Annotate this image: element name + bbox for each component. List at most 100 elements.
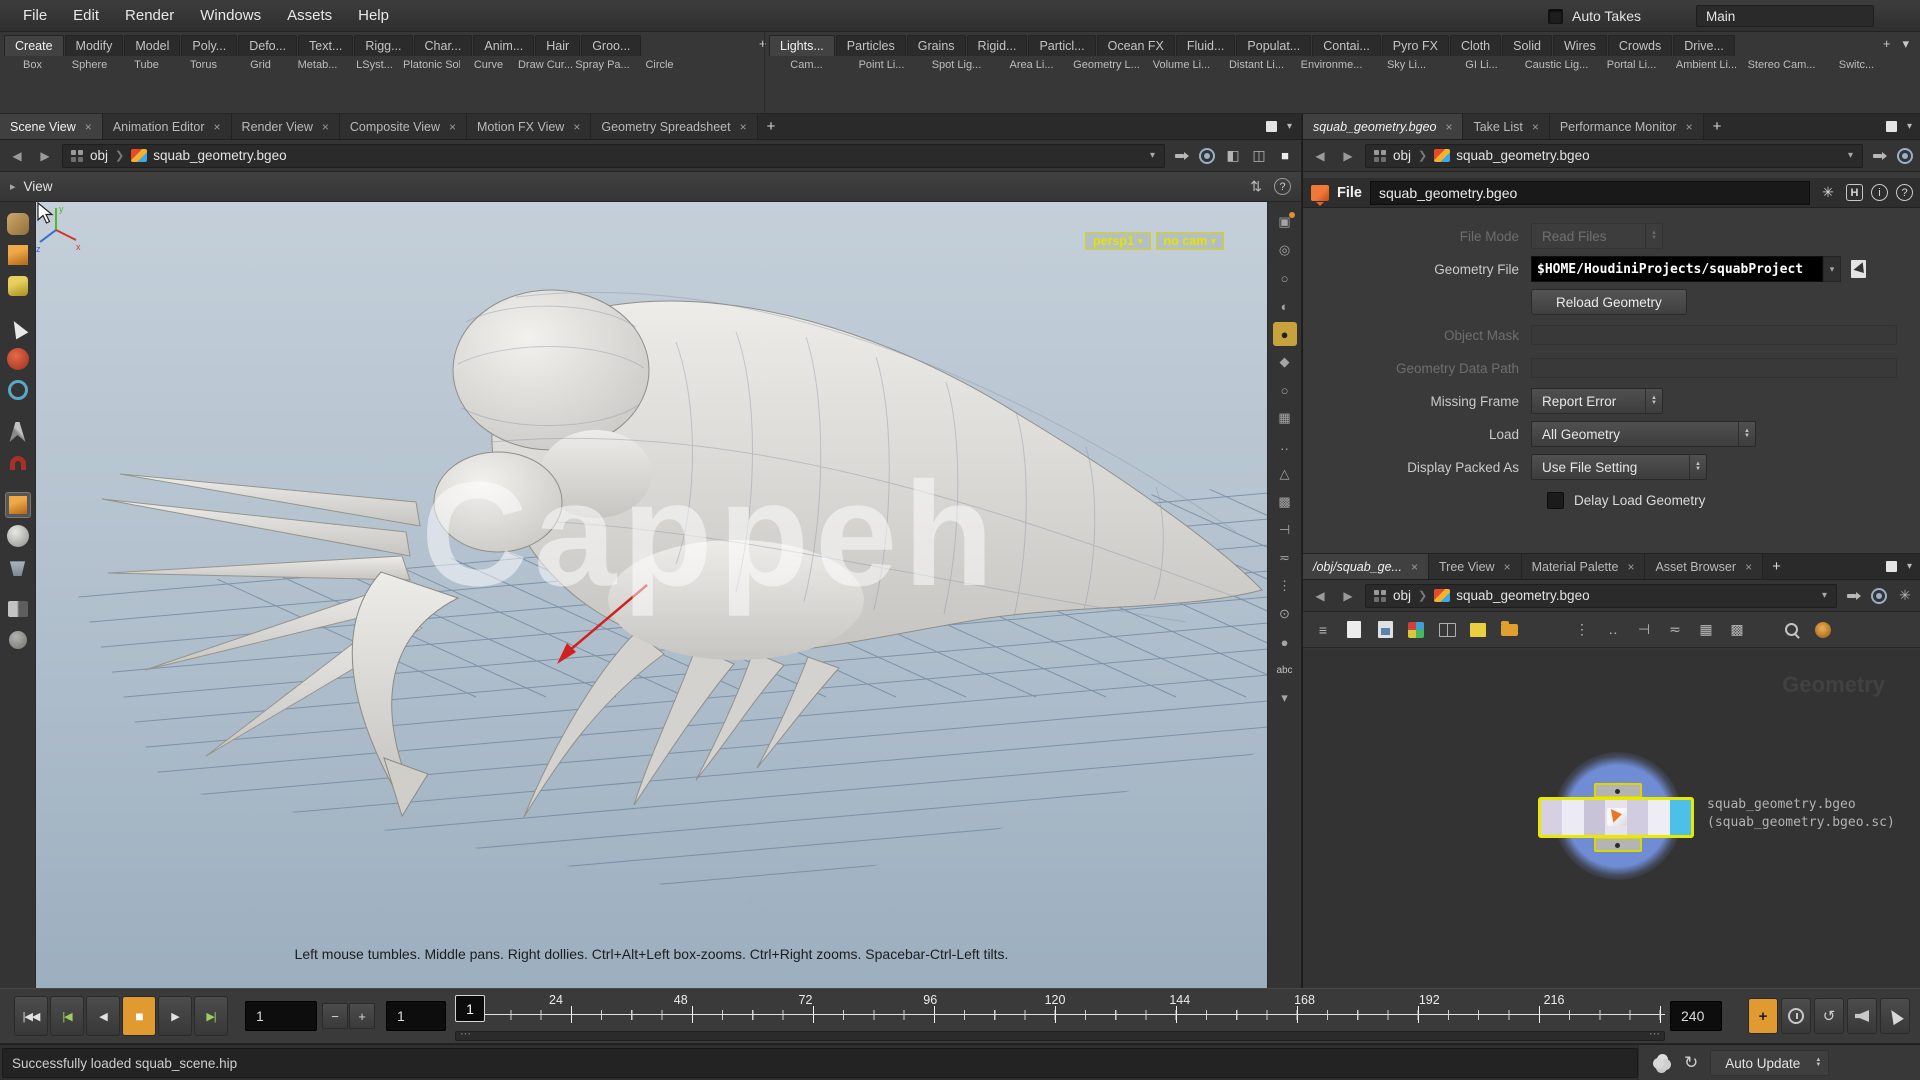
view-node-icon[interactable] [1815,622,1831,638]
grid-display-icon[interactable]: ▩ [1727,620,1747,640]
missing-frame-dropdown[interactable]: Report Error [1531,388,1663,414]
active-box-tool-icon[interactable] [5,492,31,518]
node-name-field[interactable]: squab_geometry.bgeo [1370,181,1810,205]
increment-button[interactable]: + [349,1003,375,1029]
shelf-tool[interactable]: Point Li... [844,59,919,112]
shelf-tab[interactable]: Fluid... [1176,35,1236,56]
transport-button[interactable]: ■ [122,996,156,1036]
pin-icon[interactable] [1846,589,1860,603]
file-history-dropdown-icon[interactable]: ▾ [1823,256,1841,282]
take-selector[interactable]: Main [1696,5,1874,27]
shelf-tab[interactable]: Crowds [1608,35,1672,56]
transport-button[interactable]: ▶| [194,996,228,1036]
auto-takes-checkbox[interactable] [1548,9,1563,24]
close-icon[interactable]: × [1745,561,1752,573]
shelf-tab[interactable]: Anim... [473,35,534,56]
pin-icon[interactable] [1174,149,1188,163]
pane-tab[interactable]: Render View × [232,114,340,139]
new-tab-icon[interactable]: + [758,114,785,139]
lock-camera-icon[interactable]: ◎ [1273,238,1297,262]
shelf-tab[interactable]: Poly... [181,35,237,56]
shelf-tool[interactable]: Curve [460,59,517,112]
menu-item[interactable]: Assets [274,7,345,24]
close-icon[interactable]: × [449,121,456,133]
gear-icon[interactable]: ✳ [1818,183,1838,203]
connection-dots-icon[interactable]: ‥ [1603,620,1623,640]
network-list-icon[interactable]: ≡ [1313,620,1333,640]
pane-tab[interactable]: Tree View × [1429,554,1522,579]
import-tool-icon[interactable] [5,211,31,237]
shelf-tool[interactable]: Sphere [61,59,118,112]
camera-view-icon[interactable]: ◐ [1273,294,1297,318]
pane-tab[interactable]: Asset Browser × [1645,554,1763,579]
shelf-tool[interactable]: Draw Cur... [517,59,574,112]
close-icon[interactable]: × [214,121,221,133]
distribute-nodes-icon[interactable]: ≂ [1665,620,1685,640]
shelf-tab[interactable]: Rigid... [967,35,1028,56]
back-icon[interactable]: ◀ [6,146,28,166]
shelf-tab[interactable]: Particl... [1028,35,1095,56]
back-icon[interactable]: ◀ [1309,586,1331,606]
lighting-mode-icon[interactable]: ● [1273,322,1297,346]
transport-button[interactable]: ◀ [86,996,120,1036]
normals-display-icon[interactable]: △ [1273,462,1297,486]
shelf-tool[interactable]: Spot Lig... [919,59,994,112]
shelf-tool[interactable]: LSyst... [346,59,403,112]
viewport[interactable]: persp1 ▾ no cam ▾ Cappeh Left mouse tumb… [36,202,1267,988]
follow-selection-icon[interactable] [1871,588,1887,604]
forward-icon[interactable]: ▶ [1337,146,1359,166]
viewport-camera-selector[interactable]: persp1 ▾ [1085,232,1151,250]
shelf-tool[interactable]: Torus [175,59,232,112]
snap-grid-icon[interactable]: ▦ [1696,620,1716,640]
shelf-tab[interactable]: Grains [907,35,966,56]
shelf-tool[interactable]: Box [4,59,61,112]
pane-tab[interactable]: /obj/squab_ge... × [1303,554,1429,579]
shelf-tab[interactable]: Cloth [1450,35,1501,56]
find-node-icon[interactable] [1783,621,1801,639]
set-keyframe-button[interactable]: + [1748,998,1778,1034]
hscript-icon[interactable]: H [1846,184,1863,201]
timeline-scrollbar[interactable] [455,1031,1665,1041]
path-field[interactable]: obj ❯ squab_geometry.bgeo ▾ [1365,144,1863,168]
shelf-tab[interactable]: Modify [65,35,124,56]
sphere-tool-icon[interactable] [5,523,31,549]
geometry-tool-icon[interactable] [5,242,31,268]
geometry-file-input[interactable]: $HOME/HoudiniProjects/squabProject [1531,256,1823,282]
path-dropdown-icon[interactable]: ▾ [1147,150,1158,161]
shelf-tab[interactable]: Rigg... [354,35,412,56]
pane-tab[interactable]: Material Palette × [1522,554,1646,579]
pane-tab[interactable]: Scene View × [0,114,103,139]
sticky-note-icon[interactable] [1470,623,1486,637]
shelf-tool[interactable]: Caustic Lig... [1519,59,1594,112]
maximize-pane-icon[interactable] [1886,561,1897,572]
shelf-tool[interactable]: Metab... [289,59,346,112]
pane-menu-icon[interactable]: ▾ [1907,561,1912,572]
shelf-tab[interactable]: Particles [836,35,906,56]
menu-item[interactable]: Windows [187,7,274,24]
move-tool-icon[interactable] [5,346,31,372]
back-icon[interactable]: ◀ [1309,146,1331,166]
current-frame-marker[interactable]: 1 [455,995,485,1022]
sort-icon[interactable]: ⇅ [1250,178,1262,195]
dot-column-icon[interactable]: ⋮ [1572,620,1592,640]
shelf-tool[interactable]: Grid [232,59,289,112]
breadcrumb-node[interactable]: squab_geometry.bgeo [131,148,286,163]
wireframe-display-icon[interactable]: ▦ [1273,406,1297,430]
shelf-tab[interactable]: Text... [298,35,353,56]
shelf-tab[interactable]: Create [4,35,64,56]
start-frame-field[interactable]: 1 [245,1001,317,1031]
path-dropdown-icon[interactable]: ▾ [1819,590,1830,601]
close-icon[interactable]: × [740,121,747,133]
memory-usage-icon[interactable] [1653,1058,1664,1069]
expand-icon[interactable]: ▸ [10,180,16,193]
follow-selection-icon[interactable] [1897,148,1913,164]
shelf-tab[interactable]: Defo... [238,35,297,56]
path-field[interactable]: obj ❯ squab_geometry.bgeo ▾ [62,144,1165,168]
audio-button[interactable] [1847,998,1877,1034]
update-mode-selector[interactable]: Auto Update [1710,1050,1829,1076]
shelf-tool[interactable]: Cam... [769,59,844,112]
shelf-menu-icon[interactable]: ▾ [1899,36,1912,52]
shelf-tool[interactable]: Tube [118,59,175,112]
add-shelf-tab-icon[interactable]: + [1880,36,1894,52]
shelf-tool[interactable]: Switc... [1819,59,1894,112]
